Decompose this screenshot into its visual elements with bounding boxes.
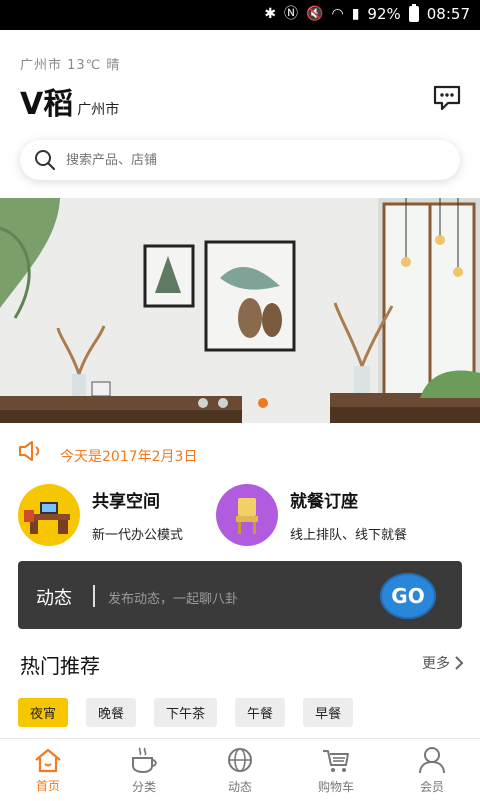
search-icon — [35, 150, 56, 171]
battery-text: 92% — [367, 5, 401, 23]
tab-label: 首页 — [35, 778, 60, 793]
feature-shared-space[interactable]: 共享空间 新一代办公模式 — [18, 484, 183, 546]
tab-cart[interactable]: 购物车 — [288, 739, 384, 801]
globe-icon — [228, 747, 252, 772]
notice-text: 今天是2017年2月3日 — [60, 449, 198, 462]
category-tags: 夜宵 晚餐 下午茶 午餐 早餐 — [18, 698, 354, 727]
status-bar: ✱ Ⓝ 🔇 ◠ ▮ 92% 08:57 — [0, 0, 480, 30]
go-button[interactable]: GO — [380, 573, 436, 619]
cart-icon — [323, 749, 349, 772]
tab-label: 会员 — [419, 779, 444, 794]
tab-member[interactable]: 会员 — [384, 739, 480, 801]
message-button[interactable] — [432, 84, 462, 112]
chat-bubble-icon — [433, 85, 461, 111]
bottom-tab-bar: 首页 分类 动态 购物车 会员 — [0, 738, 480, 801]
tab-label: 动态 — [227, 779, 252, 794]
tab-label: 购物车 — [317, 779, 354, 794]
home-icon — [35, 748, 61, 772]
feature-dining-reservation[interactable]: 就餐订座 线上排队、线下就餐 — [216, 484, 407, 546]
feed-label: 动态 — [36, 588, 72, 609]
tag-item[interactable]: 午餐 — [235, 698, 286, 727]
more-label: 更多 — [422, 656, 450, 672]
signal-icon: ▮ — [351, 6, 360, 22]
tab-dynamic[interactable]: 动态 — [192, 739, 288, 801]
carousel-dot-active[interactable] — [258, 398, 268, 408]
feature-title: 共享空间 — [92, 492, 160, 512]
clock: 08:57 — [426, 5, 470, 23]
office-desk-icon — [18, 484, 80, 546]
post-input[interactable]: 发布动态，一起聊八卦 — [108, 588, 238, 607]
banner-image — [0, 198, 480, 423]
brand-row: V稻 广州市 — [20, 79, 120, 123]
divider — [93, 585, 95, 607]
search-bar[interactable] — [20, 140, 460, 180]
carousel-dot[interactable] — [218, 398, 228, 408]
section-title: 热门推荐 — [20, 654, 100, 678]
chair-icon — [216, 484, 278, 546]
battery-icon — [408, 4, 419, 22]
nfc-icon: Ⓝ — [284, 6, 299, 22]
tab-label: 分类 — [131, 779, 156, 794]
user-icon — [419, 746, 445, 773]
tag-item[interactable]: 晚餐 — [86, 698, 137, 727]
post-dynamic-bar[interactable]: 动态 发布动态，一起聊八卦 GO — [18, 561, 462, 629]
tag-item[interactable]: 早餐 — [303, 698, 354, 727]
feature-title: 就餐订座 — [290, 492, 358, 512]
mute-icon: 🔇 — [306, 6, 324, 22]
coffee-cup-icon — [132, 747, 157, 773]
brand-name: V稻 — [20, 87, 74, 122]
feature-subtitle: 新一代办公模式 — [92, 528, 184, 543]
bluetooth-icon: ✱ — [264, 6, 277, 22]
speaker-icon — [19, 441, 40, 461]
search-input[interactable] — [64, 151, 428, 169]
carousel-dot[interactable] — [198, 398, 208, 408]
tag-item[interactable]: 夜宵 — [18, 698, 69, 727]
chevron-right-icon — [455, 656, 464, 670]
city-selector[interactable]: 广州市 — [77, 99, 119, 119]
wifi-icon: ◠ — [331, 6, 344, 22]
tab-category[interactable]: 分类 — [96, 739, 192, 801]
feature-subtitle: 线上排队、线下就餐 — [290, 528, 408, 543]
tab-home[interactable]: 首页 — [0, 739, 96, 801]
notice-bar[interactable]: 今天是2017年2月3日 — [18, 440, 478, 462]
header: 广州市 13℃ 晴 V稻 广州市 — [20, 54, 120, 123]
more-link[interactable]: 更多 — [422, 653, 464, 673]
banner-carousel[interactable] — [0, 198, 480, 423]
weather-text: 广州市 13℃ 晴 — [20, 58, 121, 73]
tag-item[interactable]: 下午茶 — [154, 698, 218, 727]
carousel-indicator — [198, 398, 268, 408]
